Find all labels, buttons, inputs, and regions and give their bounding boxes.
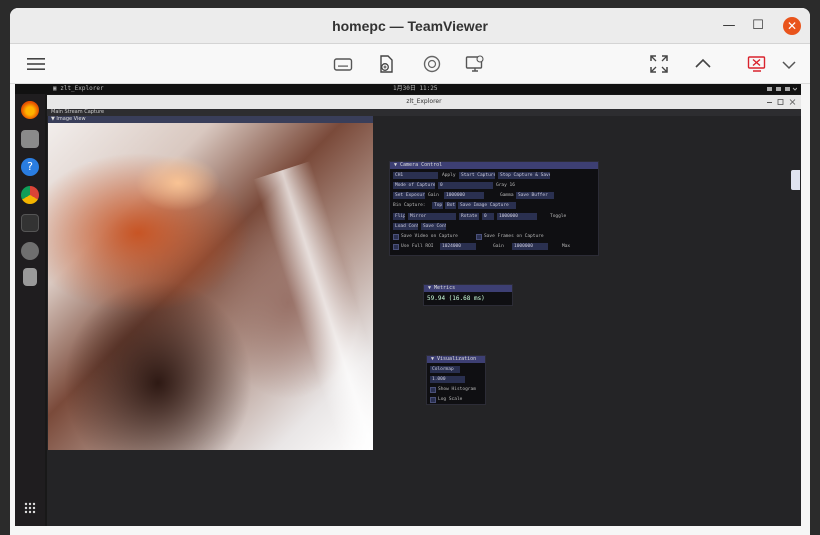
system-tray-icons[interactable] [767, 86, 797, 92]
app-window-controls[interactable] [767, 99, 797, 105]
rotate-button[interactable]: Rotate [459, 213, 479, 220]
app-grid-icon[interactable] [24, 502, 36, 514]
close-button[interactable]: ✕ [783, 17, 801, 35]
topbar-clock[interactable]: 1月30日 11:25 [393, 84, 438, 94]
visualization-panel: ▼ Visualization Colormap 1.000 Show Hist… [426, 355, 486, 405]
show-histogram-checkbox[interactable] [430, 387, 436, 393]
remote-screen-icon[interactable] [465, 54, 485, 74]
roi-input[interactable]: 1024000 [440, 243, 476, 250]
help-icon[interactable]: ? [21, 158, 39, 176]
file-transfer-icon[interactable] [376, 54, 396, 74]
settings-icon[interactable] [21, 242, 39, 260]
save-frames-label: Save Frames on Capture [484, 234, 544, 239]
show-histogram-label: Show Histogram [438, 387, 476, 392]
teamviewer-titlebar: homepc — TeamViewer — ☐ ✕ [10, 8, 810, 44]
gray-label: Gray 16 [496, 183, 515, 188]
flip-button[interactable]: Flip [393, 213, 405, 220]
maximize-button[interactable]: ☐ [749, 17, 767, 35]
app-menubar[interactable]: Main Stream Capture [47, 109, 801, 116]
camera-control-panel: ▼ Camera Control CH1 Apply Start Capture… [389, 161, 599, 256]
gain-input[interactable]: 1000000 [444, 192, 484, 199]
record-icon[interactable] [422, 54, 442, 74]
metrics-panel: ▼ Metrics 59.94 (16.68 ms) [423, 284, 513, 306]
app-titlebar: zlt_Explorer [47, 95, 801, 109]
bin-top-button[interactable]: Top [432, 202, 443, 209]
image-view-title[interactable]: ▼ Image View [48, 116, 373, 123]
save-conf-button[interactable]: Save Conf [421, 223, 446, 230]
use-full-roi-checkbox[interactable] [393, 244, 399, 250]
save-image-capture-button[interactable]: Save Image Capture [458, 202, 516, 209]
save-video-label: Save Video on Capture [401, 234, 458, 239]
terminal-icon[interactable] [21, 214, 39, 232]
stop-capture-button[interactable]: Stop Capture & Save [498, 172, 550, 179]
app-title: zlt_Explorer [406, 98, 442, 105]
minimize-button[interactable]: — [720, 17, 738, 35]
chevron-down-icon[interactable] [779, 54, 799, 74]
save-buffer-button[interactable]: Save Buffer [516, 192, 554, 199]
save-video-checkbox[interactable] [393, 234, 399, 240]
set-exposure-button[interactable]: Set Exposure [393, 192, 425, 199]
log-scale-label: Log Scale [438, 397, 463, 402]
end-session-icon[interactable] [747, 54, 767, 74]
hamburger-menu-icon[interactable] [26, 54, 46, 74]
capture-mode-button[interactable]: Mode of Capture [393, 182, 435, 189]
keyboard-icon[interactable] [333, 54, 353, 74]
remote-desktop[interactable]: ▣ zlt_Explorer 1月30日 11:25 ? zlt_Explore… [15, 84, 801, 526]
gain-label-2: Gain [493, 244, 504, 249]
metrics-title[interactable]: ▼ Metrics [424, 285, 512, 292]
files-icon[interactable] [21, 130, 39, 148]
teamviewer-side-tab[interactable] [791, 170, 800, 190]
camera-select[interactable]: CH1 [393, 172, 438, 179]
load-conf-button[interactable]: Load Conf [393, 223, 418, 230]
visualization-title[interactable]: ▼ Visualization [427, 356, 485, 363]
camera-image-highlight [253, 161, 373, 450]
camera-image [48, 123, 373, 450]
apply-label: Apply [442, 173, 456, 178]
chrome-icon[interactable] [21, 186, 39, 204]
window-title: homepc — TeamViewer [332, 18, 488, 34]
gain-label: Gain [428, 193, 439, 198]
log-scale-checkbox[interactable] [430, 397, 436, 403]
camera-control-title[interactable]: ▼ Camera Control [390, 162, 598, 169]
teamviewer-toolbar [10, 44, 810, 84]
bin-capture-label: Bin Capture: [393, 203, 426, 208]
use-full-roi-label: Use Full ROI [401, 244, 434, 249]
rotate-input[interactable]: 0 [482, 213, 494, 220]
collapse-up-icon[interactable] [693, 54, 713, 74]
gnome-topbar: ▣ zlt_Explorer 1月30日 11:25 [15, 84, 801, 94]
topbar-app-name[interactable]: ▣ zlt_Explorer [53, 84, 104, 94]
save-frames-checkbox[interactable] [476, 234, 482, 240]
explorer-app-window: zlt_Explorer Main Stream Capture ▼ Image… [47, 95, 801, 526]
fullscreen-icon[interactable] [649, 54, 669, 74]
fps-readout: 59.94 (16.68 ms) [427, 295, 485, 302]
gain-input-2[interactable]: 1000000 [512, 243, 548, 250]
exposure-input[interactable]: 1000000 [497, 213, 537, 220]
dock: ? [15, 94, 45, 526]
capture-mode-input[interactable]: 0 [438, 182, 493, 189]
mirror-button[interactable]: Mirror [408, 213, 456, 220]
colormap-select[interactable]: Colormap [430, 366, 460, 373]
scale-input[interactable]: 1.000 [430, 376, 465, 383]
gamma-label: Gamma [500, 193, 514, 198]
bin-bot-button[interactable]: Bot [445, 202, 456, 209]
toggle-label: Toggle [550, 214, 567, 219]
firefox-icon[interactable] [21, 101, 39, 119]
trash-icon[interactable] [23, 268, 37, 286]
start-capture-button[interactable]: Start Capture [459, 172, 495, 179]
max-label: Max [562, 244, 571, 249]
